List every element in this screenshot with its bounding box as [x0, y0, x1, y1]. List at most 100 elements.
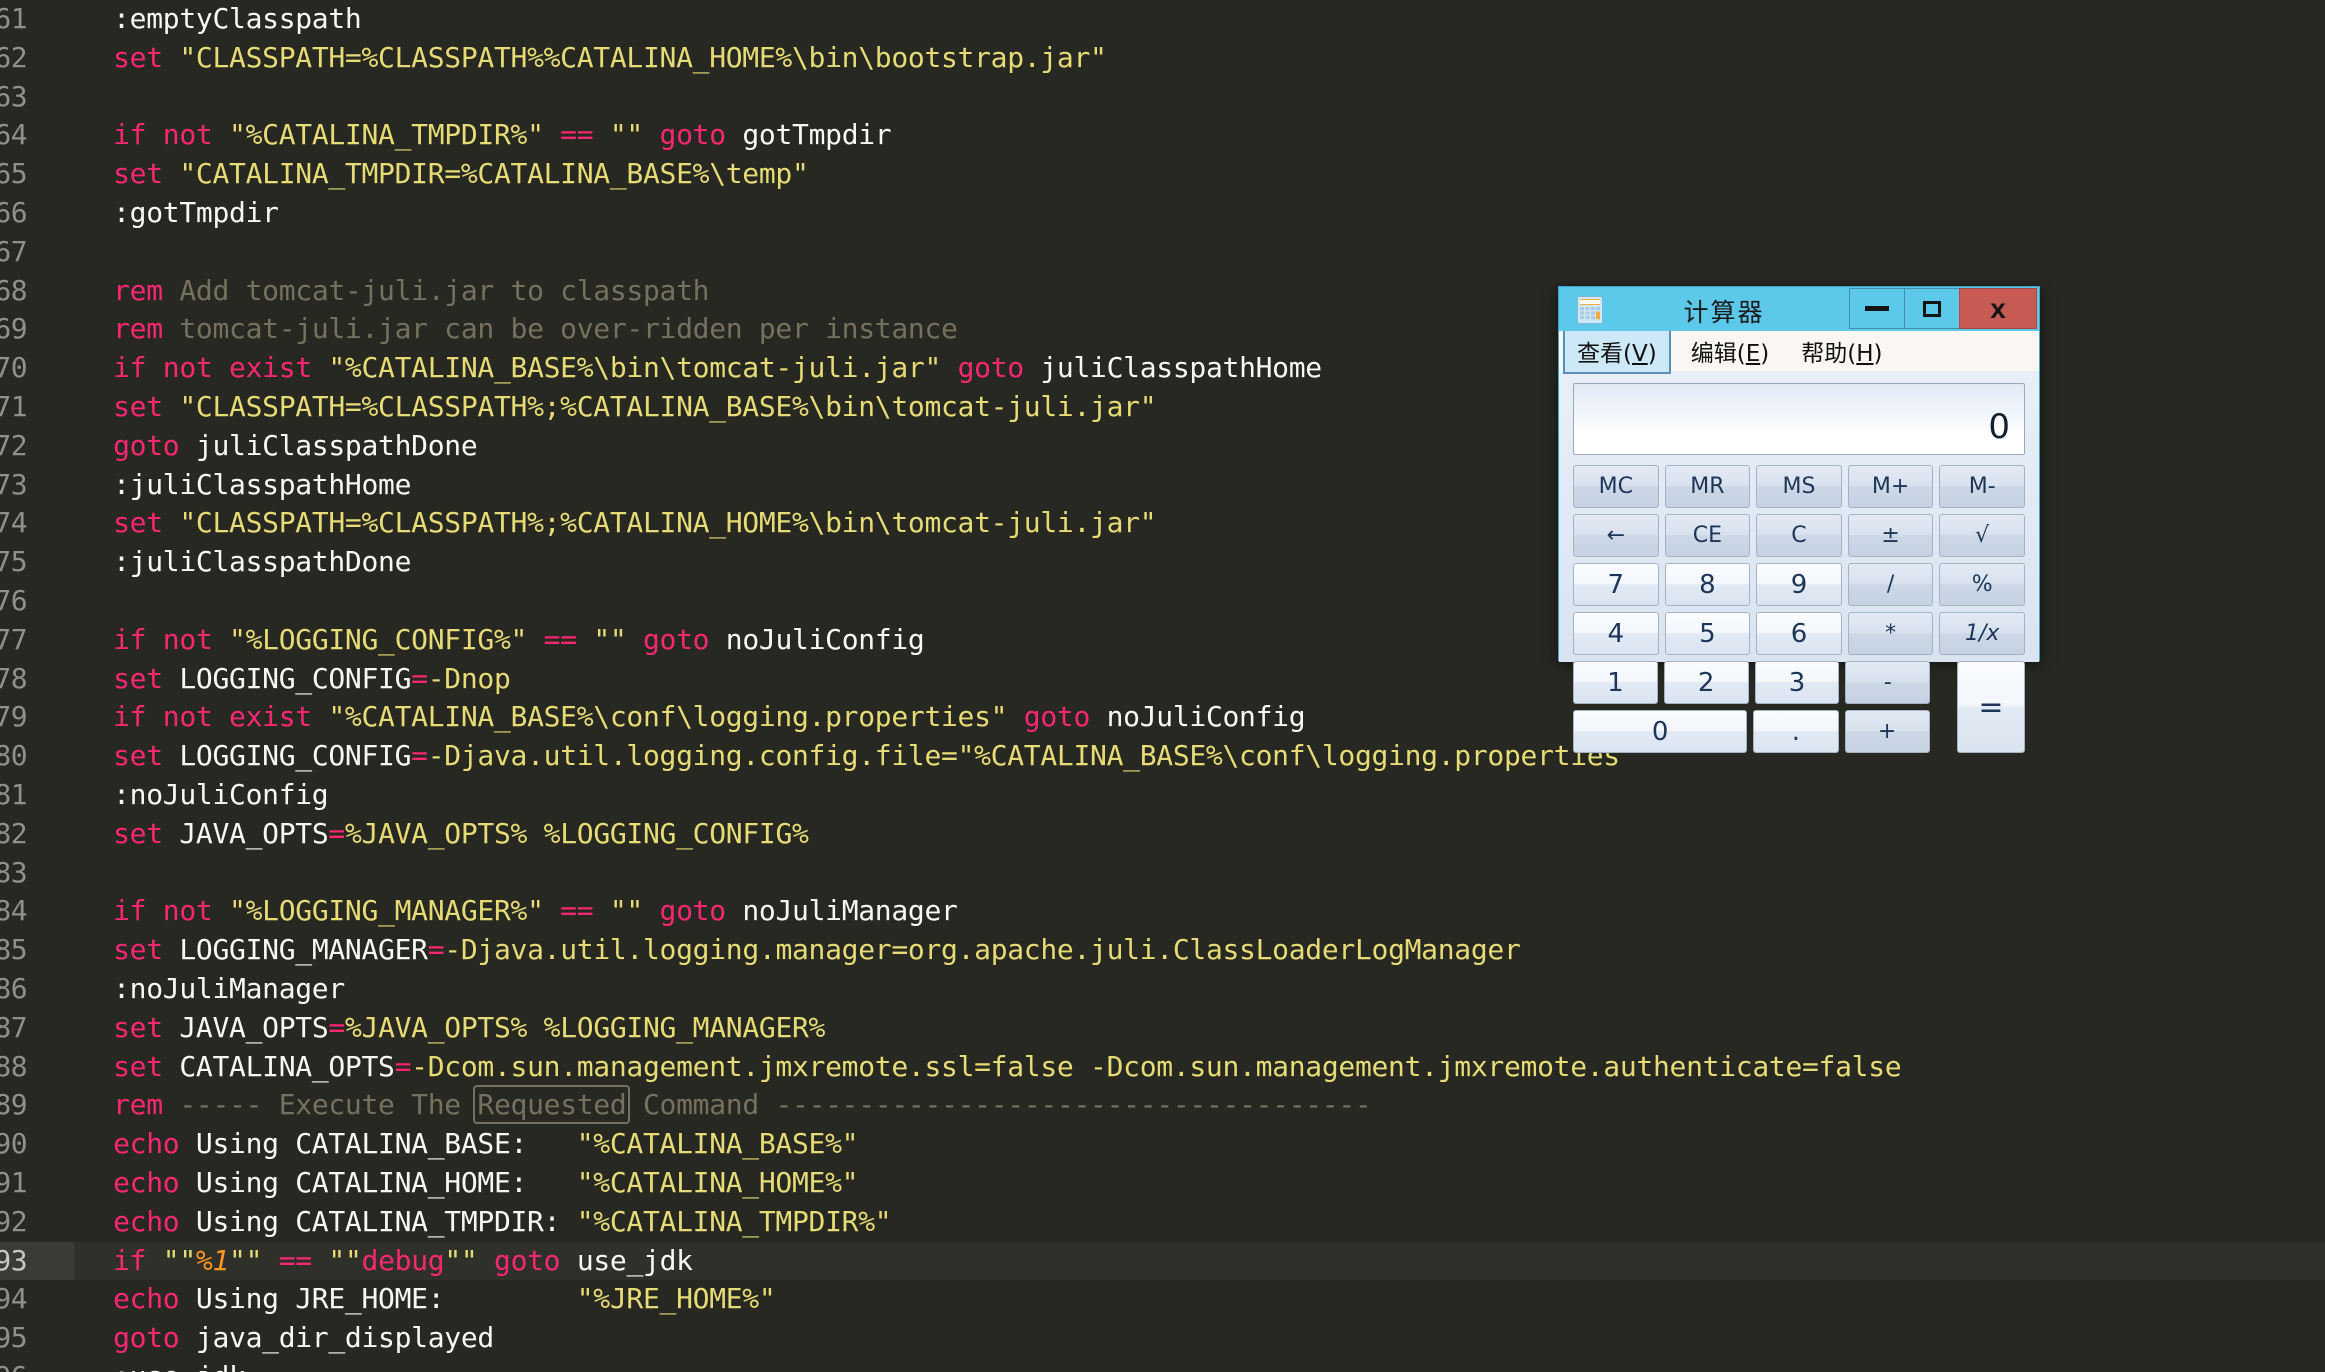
code-line[interactable]: 191 echo Using CATALINA_HOME: "%CATALINA… — [0, 1164, 2325, 1203]
calc-key-ms[interactable]: MS — [1756, 465, 1842, 508]
calculator-window[interactable]: 计算器 x 查看(V) 编辑(E) 帮助(H) 0 MC MR MS M+ M- ← CE C ± √… — [1558, 286, 2040, 753]
calc-key-6[interactable]: 6 — [1756, 612, 1842, 655]
line-number: 177 — [0, 622, 28, 656]
calc-key-ce[interactable]: CE — [1664, 514, 1751, 557]
code-line[interactable]: 183 — [0, 854, 2325, 893]
code-line[interactable]: 184 if not "%LOGGING_MANAGER%" == "" got… — [0, 892, 2325, 931]
code-line[interactable]: 194 echo Using JRE_HOME: "%JRE_HOME%" — [0, 1280, 2325, 1319]
code-line[interactable]: 192 echo Using CATALINA_TMPDIR: "%CATALI… — [0, 1203, 2325, 1242]
code-token: "CLASSPATH=%CLASSPATH%%CATALINA_HOME%\bi… — [179, 40, 1107, 74]
calc-key-mr[interactable]: MR — [1664, 465, 1751, 508]
minimize-button[interactable] — [1849, 288, 1905, 329]
line-number: 167 — [0, 234, 28, 268]
line-number: 179 — [0, 700, 28, 734]
code-line-text: echo Using JRE_HOME: "%JRE_HOME%" — [74, 1280, 776, 1319]
calc-key-4[interactable]: 4 — [1573, 612, 1659, 655]
calc-key-divide[interactable]: / — [1847, 563, 1934, 606]
code-token: goto — [642, 894, 743, 928]
calc-key-plusminus[interactable]: ± — [1847, 514, 1934, 557]
code-line[interactable]: 190 echo Using CATALINA_BASE: "%CATALINA… — [0, 1125, 2325, 1164]
calc-key-equals[interactable]: = — [1957, 661, 2025, 753]
code-line[interactable]: 188 set CATALINA_OPTS=-Dcom.sun.manageme… — [0, 1048, 2325, 1087]
line-number: 176 — [0, 583, 28, 617]
code-token: goto — [80, 1321, 196, 1355]
code-token: if not exist — [80, 351, 329, 385]
code-token: rem — [80, 1088, 180, 1122]
code-line[interactable]: 163 — [0, 78, 2325, 117]
calc-key-sqrt[interactable]: √ — [1939, 514, 2025, 557]
line-number: 163 — [0, 79, 28, 113]
maximize-icon — [1923, 300, 1941, 317]
code-token: goto — [80, 428, 196, 462]
occurrence-highlight: Requested — [473, 1085, 631, 1125]
calc-key-percent[interactable]: % — [1939, 563, 2025, 606]
calc-key-decimal[interactable]: . — [1753, 710, 1839, 753]
calc-key-plus[interactable]: + — [1844, 710, 1930, 753]
code-token: LOGGING_MANAGER — [179, 933, 428, 967]
code-line-text: set "CLASSPATH=%CLASSPATH%;%CATALINA_HOM… — [74, 504, 1156, 543]
calculator-display[interactable]: 0 — [1573, 383, 2025, 455]
calc-key-1[interactable]: 1 — [1573, 661, 1658, 704]
line-number: 192 — [0, 1204, 28, 1238]
code-token: == — [262, 1243, 329, 1277]
calc-key-2[interactable]: 2 — [1663, 661, 1749, 704]
calc-key-c[interactable]: C — [1756, 514, 1842, 557]
code-line[interactable]: 186 :noJuliManager — [0, 970, 2325, 1009]
code-token: set — [80, 40, 180, 74]
code-line[interactable]: 193 if ""%1"" == ""debug"" goto use_jdk — [0, 1241, 2325, 1281]
calc-key-0[interactable]: 0 — [1573, 710, 1748, 753]
code-line-text: :juliClasspathHome — [74, 466, 411, 505]
menu-item-view[interactable]: 查看(V) — [1563, 328, 1671, 374]
code-token: "CLASSPATH=%CLASSPATH%;%CATALINA_HOME%\b… — [179, 506, 1157, 540]
code-line[interactable]: 167 — [0, 233, 2325, 272]
menu-item-edit[interactable]: 编辑(E) — [1679, 330, 1782, 372]
code-line[interactable]: 182 set JAVA_OPTS=%JAVA_OPTS% %LOGGING_C… — [0, 815, 2325, 854]
code-token: "%LOGGING_CONFIG%" — [229, 622, 528, 656]
menu-item-help[interactable]: 帮助(H) — [1789, 330, 1894, 372]
calc-key-backspace[interactable]: ← — [1573, 514, 1659, 557]
line-number: 175 — [0, 545, 28, 579]
line-number: 181 — [0, 777, 28, 811]
keypad-row: 4 5 6 * 1/x — [1573, 612, 2025, 655]
code-line[interactable]: 189 rem ----- Execute The Requested Comm… — [0, 1085, 2325, 1125]
code-token: if not — [80, 622, 230, 656]
calc-key-7[interactable]: 7 — [1573, 563, 1659, 606]
code-line[interactable]: 187 set JAVA_OPTS=%JAVA_OPTS% %LOGGING_M… — [0, 1009, 2325, 1048]
code-token: "" — [444, 1243, 478, 1277]
code-line[interactable]: 161 :emptyClasspath — [0, 0, 2325, 39]
calc-key-m-[interactable]: M- — [1939, 465, 2025, 508]
code-line[interactable]: 181 :noJuliConfig — [0, 776, 2325, 815]
code-line[interactable]: 195 goto java_dir_displayed — [0, 1319, 2325, 1358]
calculator-body: 0 MC MR MS M+ M- ← CE C ± √ 7 8 9/% 4 5 6 * 1/x 1 2 3- 0. + = — [1559, 371, 2039, 753]
calc-key-multiply[interactable]: * — [1847, 612, 1934, 655]
code-token: Using JRE_HOME: — [195, 1282, 577, 1316]
calc-key-mc[interactable]: MC — [1573, 465, 1659, 508]
code-line[interactable]: 164 if not "%CATALINA_TMPDIR%" == "" got… — [0, 116, 2325, 155]
calc-key-8[interactable]: 8 — [1664, 563, 1751, 606]
code-token: goto — [477, 1243, 577, 1277]
code-line-text: :noJuliManager — [74, 970, 345, 1009]
code-line[interactable]: 165 set "CATALINA_TMPDIR=%CATALINA_BASE%… — [0, 155, 2325, 194]
calc-key-1dividex[interactable]: 1/x — [1939, 612, 2025, 655]
code-line[interactable]: 166 :gotTmpdir — [0, 194, 2325, 233]
calc-key-9[interactable]: 9 — [1756, 563, 1842, 606]
calc-key-3[interactable]: 3 — [1754, 661, 1840, 704]
close-button[interactable]: x — [1959, 288, 2037, 329]
code-token: = — [328, 816, 345, 850]
code-line[interactable]: 196 :use_jdk — [0, 1358, 2325, 1372]
line-number: 161 — [0, 2, 28, 35]
screen: 161 :emptyClasspath162 set "CLASSPATH=%C… — [0, 0, 2325, 1372]
code-token: rem — [80, 312, 180, 346]
maximize-button[interactable] — [1904, 288, 1960, 329]
code-line-text: rem ----- Execute The Requested Command … — [74, 1085, 1372, 1125]
calc-key-m+[interactable]: M+ — [1847, 465, 1934, 508]
keypad-row: ← CE C ± √ — [1573, 514, 2025, 557]
code-token: "" — [229, 1243, 263, 1277]
line-number: 194 — [0, 1282, 28, 1316]
calc-key-minus[interactable]: - — [1845, 661, 1931, 704]
code-line[interactable]: 185 set LOGGING_MANAGER=-Djava.util.logg… — [0, 931, 2325, 970]
line-number: 169 — [0, 312, 28, 346]
code-line[interactable]: 162 set "CLASSPATH=%CLASSPATH%%CATALINA_… — [0, 39, 2325, 78]
calculator-titlebar[interactable]: 计算器 x — [1559, 287, 2039, 331]
calc-key-5[interactable]: 5 — [1664, 612, 1751, 655]
